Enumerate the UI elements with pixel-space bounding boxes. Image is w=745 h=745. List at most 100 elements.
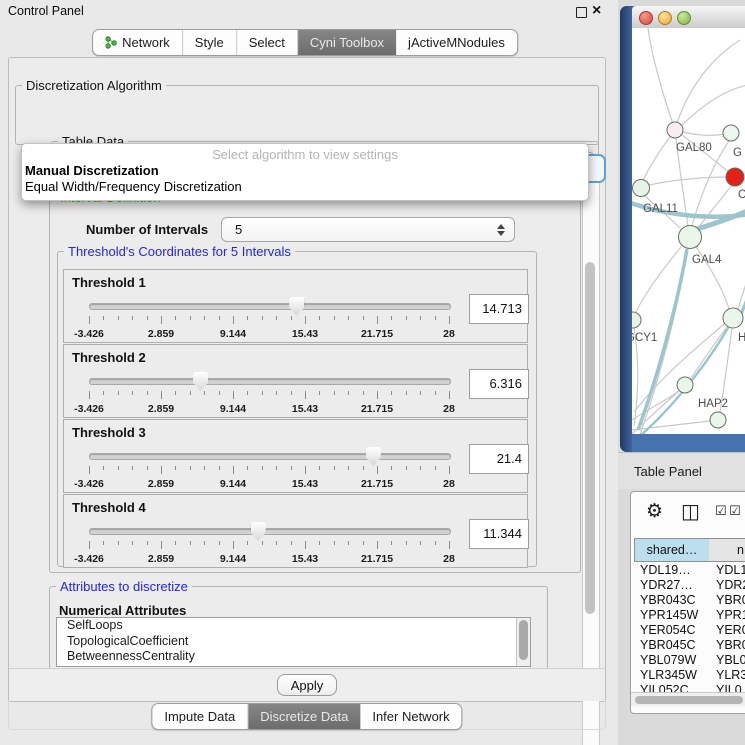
slider-thumb[interactable] — [251, 522, 266, 541]
settings-gear-icon[interactable]: ⚙ — [646, 500, 663, 523]
column-header-shared-name[interactable]: shared… — [634, 538, 710, 562]
threshold-value-field[interactable]: 14.713 — [469, 294, 529, 324]
network-window-titlebar[interactable] — [632, 6, 745, 29]
slider-tick — [348, 391, 349, 395]
vertical-scrollbar-thumb[interactable] — [585, 262, 595, 614]
slider-thumb[interactable] — [366, 447, 381, 466]
slider-tick-label: 21.715 — [361, 478, 393, 490]
float-window-icon[interactable] — [576, 7, 587, 18]
slider-tick-label: 21.715 — [361, 553, 393, 565]
slider-tick — [219, 391, 220, 395]
table-row[interactable]: YBR045CYBR0 — [634, 638, 745, 653]
table-cell-shared-name: YBR045C — [640, 638, 696, 653]
network-node-gcy1[interactable] — [632, 312, 641, 328]
slider-tick — [276, 466, 277, 470]
slider-tick — [334, 541, 335, 545]
list-scrollbar[interactable] — [516, 618, 530, 666]
slider-tick — [103, 391, 104, 395]
close-icon[interactable]: × — [592, 0, 601, 22]
table-cell-shared-name: YER054C — [640, 623, 696, 638]
slider-tick-label: 15.43 — [292, 478, 318, 490]
network-node-gal80[interactable] — [667, 122, 683, 138]
list-item-topologicalcoefficient[interactable]: TopologicalCoefficient — [57, 634, 530, 650]
network-node-h[interactable] — [723, 308, 743, 328]
vertical-scrollbar[interactable] — [582, 173, 600, 745]
slider-thumb[interactable] — [193, 372, 208, 391]
algorithm-option-manual-discretization[interactable]: Manual Discretization — [24, 163, 586, 178]
horizontal-scrollbar-thumb[interactable] — [635, 696, 743, 704]
slider-track[interactable] — [89, 378, 451, 385]
list-item-betweennesscentrality[interactable]: BetweennessCentrality — [57, 649, 530, 665]
node-label: GCY1 — [632, 332, 657, 344]
slider-tick — [118, 466, 119, 470]
threshold-value-field[interactable]: 21.4 — [469, 444, 529, 474]
tab-cyni-toolbox[interactable]: Cyni Toolbox — [298, 30, 396, 55]
algorithm-option-equal-width-frequency-discretization[interactable]: Equal Width/Frequency Discretization — [24, 179, 586, 194]
network-node-gal11[interactable] — [633, 180, 650, 197]
threshold-value-field[interactable]: 11.344 — [469, 519, 529, 549]
threshold-slider[interactable]: -3.4262.8599.14415.4321.71528 — [89, 298, 449, 340]
slider-track[interactable] — [89, 303, 451, 310]
slider-track[interactable] — [89, 453, 451, 460]
slider-tick — [420, 316, 421, 320]
table-panel-titlebar: Table Panel — [618, 452, 745, 489]
table-row[interactable]: YBR043CYBR0 — [634, 593, 745, 608]
split-view-icon[interactable]: ◫ — [681, 499, 700, 524]
table-row[interactable]: YPR145WYPR1 — [634, 608, 745, 623]
network-node-hap2[interactable] — [677, 377, 693, 393]
slider-tick — [391, 466, 392, 470]
network-view-window: GAL80GCGAL11GAL4GCY1HHAP2 — [620, 6, 745, 452]
num-intervals-combobox[interactable]: 5 — [221, 217, 515, 242]
table-cell-name: YBL0 — [716, 653, 745, 668]
slider-tick — [449, 541, 450, 549]
tab-select[interactable]: Select — [237, 30, 298, 55]
threshold-slider[interactable]: -3.4262.8599.14415.4321.71528 — [89, 523, 449, 565]
tab-infer-network[interactable]: Infer Network — [360, 704, 461, 729]
horizontal-scrollbar[interactable] — [631, 692, 745, 706]
table-body: YDL19…YDL1YDR27…YDR2YBR043CYBR0YPR145WYP… — [634, 563, 745, 692]
tab-jactivemnodules[interactable]: jActiveMNodules — [396, 30, 517, 55]
close-traffic-light[interactable] — [639, 11, 653, 25]
table-row[interactable]: YLR345WYLR3 — [634, 668, 745, 683]
slider-tick — [363, 466, 364, 470]
table-row[interactable]: YER054CYER0 — [634, 623, 745, 638]
network-node[interactable] — [710, 412, 726, 428]
apply-button[interactable]: Apply — [277, 674, 337, 696]
zoom-traffic-light[interactable] — [677, 11, 691, 25]
list-scrollbar-thumb[interactable] — [519, 620, 528, 660]
table-row[interactable]: YBL079WYBL0 — [634, 653, 745, 668]
network-edge — [675, 40, 740, 130]
slider-tick-label: 9.144 — [220, 328, 246, 340]
table-row[interactable]: YIL052CYIL0 — [634, 683, 745, 692]
threshold-value-field[interactable]: 6.316 — [469, 369, 529, 399]
table-row[interactable]: YDL19…YDL1 — [634, 563, 745, 578]
network-canvas[interactable]: GAL80GCGAL11GAL4GCY1HHAP2 — [632, 28, 745, 434]
slider-thumb[interactable] — [289, 297, 304, 316]
slider-tick — [262, 466, 263, 470]
minimize-traffic-light[interactable] — [658, 11, 672, 25]
slider-tick — [305, 541, 306, 549]
threshold-slider[interactable]: -3.4262.8599.14415.4321.71528 — [89, 373, 449, 415]
app-root: Control Panel × NetworkStyleSelectCyni T… — [0, 0, 745, 745]
network-node-g[interactable] — [723, 125, 739, 141]
network-node-gal4[interactable] — [679, 226, 702, 249]
list-item-selfloops[interactable]: SelfLoops — [57, 618, 530, 634]
tab-discretize-data[interactable]: Discretize Data — [248, 704, 360, 729]
threshold-slider[interactable]: -3.4262.8599.14415.4321.71528 — [89, 448, 449, 490]
network-node-c[interactable] — [726, 168, 744, 186]
threshold-label: Threshold 1 — [72, 275, 146, 290]
slider-tick — [147, 316, 148, 320]
slider-tick — [377, 541, 378, 549]
slider-tick — [132, 541, 133, 545]
numerical-attributes-list[interactable]: SelfLoopsTopologicalCoefficientBetweenne… — [56, 617, 531, 667]
checkbox-icon[interactable]: ☑ — [729, 503, 741, 519]
table-cell-name: YBR0 — [716, 593, 745, 608]
checkbox-icon[interactable]: ☑ — [715, 503, 727, 519]
slider-tick — [262, 541, 263, 545]
tab-network[interactable]: Network — [93, 30, 183, 55]
tab-style[interactable]: Style — [183, 30, 237, 55]
table-row[interactable]: YDR27…YDR2 — [634, 578, 745, 593]
tab-impute-data[interactable]: Impute Data — [152, 704, 248, 729]
column-header-name[interactable]: n… — [709, 538, 745, 562]
slider-track[interactable] — [89, 528, 451, 535]
